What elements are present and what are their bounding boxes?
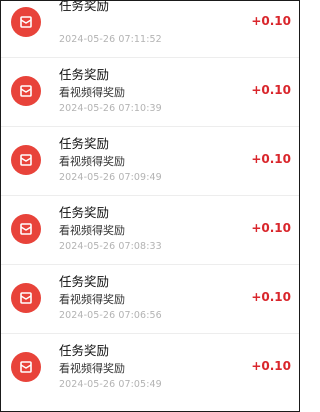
red-packet-icon xyxy=(11,76,41,106)
record-amount: +0.10 xyxy=(251,83,291,97)
record-subtitle: 看视频得奖励 xyxy=(59,86,125,99)
record-title: 任务奖励 xyxy=(59,205,110,220)
record-title: 任务奖励 xyxy=(59,0,110,13)
record-amount: +0.10 xyxy=(251,221,291,235)
list-item[interactable]: 任务奖励 看视频得奖励 2024-05-26 07:06:56 +0.10 xyxy=(1,265,299,334)
red-packet-icon xyxy=(11,7,41,37)
record-timestamp: 2024-05-26 07:05:49 xyxy=(59,379,162,390)
record-subtitle: 看视频得奖励 xyxy=(59,224,125,237)
record-title: 任务奖励 xyxy=(59,274,110,289)
record-timestamp: 2024-05-26 07:10:39 xyxy=(59,103,162,114)
list-item[interactable]: 任务奖励 看视频得奖励 2024-05-26 07:05:49 +0.10 xyxy=(1,334,299,403)
list-item[interactable]: 任务奖励 看视频得奖励 2024-05-26 07:08:33 +0.10 xyxy=(1,196,299,265)
record-amount: +0.10 xyxy=(251,290,291,304)
record-subtitle: 看视频得奖励 xyxy=(59,293,125,306)
red-packet-icon xyxy=(11,352,41,382)
record-amount: +0.10 xyxy=(251,152,291,166)
record-amount: +0.10 xyxy=(251,14,291,28)
record-timestamp: 2024-05-26 07:11:52 xyxy=(59,34,162,45)
red-packet-icon xyxy=(11,145,41,175)
reward-record-list: 任务奖励 2024-05-26 07:11:52 +0.10 任务奖励 看视频得… xyxy=(1,1,299,411)
red-packet-icon xyxy=(11,283,41,313)
red-packet-icon xyxy=(11,214,41,244)
record-title: 任务奖励 xyxy=(59,67,110,82)
reward-history-screen: 任务奖励 2024-05-26 07:11:52 +0.10 任务奖励 看视频得… xyxy=(0,0,300,412)
record-timestamp: 2024-05-26 07:08:33 xyxy=(59,241,162,252)
record-subtitle: 看视频得奖励 xyxy=(59,155,125,168)
record-timestamp: 2024-05-26 07:09:49 xyxy=(59,172,162,183)
record-title: 任务奖励 xyxy=(59,136,110,151)
list-item[interactable]: 任务奖励 看视频得奖励 2024-05-26 07:10:39 +0.10 xyxy=(1,58,299,127)
record-subtitle: 看视频得奖励 xyxy=(59,362,125,375)
record-title: 任务奖励 xyxy=(59,343,110,358)
list-item[interactable]: 任务奖励 看视频得奖励 2024-05-26 07:09:49 +0.10 xyxy=(1,127,299,196)
record-timestamp: 2024-05-26 07:06:56 xyxy=(59,310,162,321)
record-amount: +0.10 xyxy=(251,359,291,373)
list-item[interactable]: 任务奖励 2024-05-26 07:11:52 +0.10 xyxy=(1,0,299,58)
